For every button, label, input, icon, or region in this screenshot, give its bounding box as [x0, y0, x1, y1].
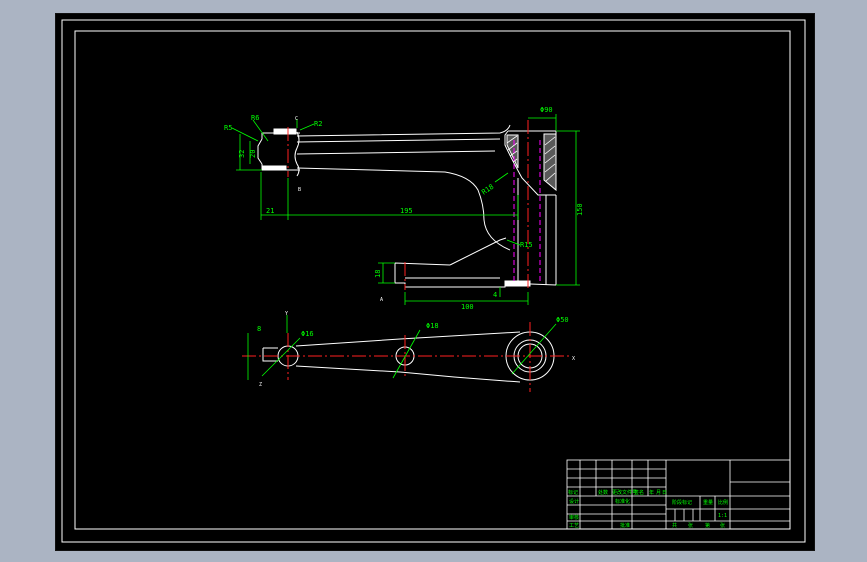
top-center-lines: [242, 322, 570, 392]
tb-marker: 标记: [568, 489, 578, 496]
tb-process: 工艺: [569, 523, 579, 529]
upper-arm-inner-line2: [296, 150, 496, 155]
tb-review: 审核: [569, 514, 579, 521]
left-boss-outline: [261, 132, 300, 171]
top-dimension-texts: 8 Φ16 Φ18 Φ50: [257, 316, 569, 338]
tb-sheets: 张: [688, 522, 693, 529]
tb-sign: 签名: [634, 489, 644, 496]
mark-z: Z: [259, 382, 262, 388]
lower-arm-outline: [394, 262, 557, 288]
tb-stage: 阶段标记: [672, 499, 692, 506]
top-view: [262, 331, 555, 383]
lower-web-diagonal: [449, 237, 507, 266]
dim-8: 8: [257, 325, 261, 333]
upper-arm-inner-line: [296, 138, 501, 143]
top-marks: Y Z X: [259, 311, 575, 388]
dim-150: 150: [576, 203, 584, 216]
dim-phi18: Φ18: [426, 322, 439, 330]
tb-weight: 重量: [703, 499, 713, 506]
tb-scale: 比例: [718, 499, 728, 506]
dim-r15: R15: [520, 241, 533, 249]
tb-sheet: 张: [720, 522, 725, 529]
dim-4: 4: [493, 291, 497, 299]
tb-count: 处数: [598, 489, 608, 496]
mark-x: X: [572, 356, 575, 362]
mark-y: Y: [285, 311, 288, 317]
dim-r18: R18: [480, 183, 495, 197]
cad-drawing: R5 R6 R2 32 20 21 195 Φ90 R15 R18 150 18…: [61, 19, 806, 543]
tb-total: 共: [672, 522, 677, 529]
dim-phi90: Φ90: [540, 106, 553, 114]
tb-year: 年: [649, 489, 654, 496]
tb-month: 月: [656, 490, 661, 496]
top-arm-lower-edge: [295, 365, 521, 383]
mark-b: B: [298, 187, 301, 193]
tb-design: 设计: [569, 498, 579, 505]
dim-21: 21: [266, 207, 274, 215]
outer-frame: [61, 19, 806, 543]
dim-100: 100: [461, 303, 474, 311]
front-dimension-texts: R5 R6 R2 32 20 21 195 Φ90 R15 R18 150 18…: [224, 106, 584, 311]
inner-frame: [74, 30, 791, 530]
front-center-lines: [287, 120, 529, 290]
mark-c: C: [295, 116, 298, 122]
tb-day: 日: [662, 490, 667, 496]
mark-a: A: [380, 297, 383, 303]
upper-arm-top-edge: [296, 124, 511, 137]
front-view: [257, 124, 557, 288]
dim-r2: R2: [314, 120, 322, 128]
top-arm-outline: [262, 347, 278, 362]
tb-approve: 批准: [620, 522, 630, 529]
dim-r5: R5: [224, 124, 232, 132]
dim-32: 32: [238, 150, 246, 158]
lower-arm-hatch: [504, 280, 531, 287]
tb-no: 第: [705, 522, 710, 529]
top-arm-upper-edge: [295, 331, 521, 347]
tb-scale-value: 1:1: [718, 513, 727, 519]
dim-r6: R6: [251, 114, 259, 122]
upper-arm-bottom-edge: [296, 167, 485, 221]
front-marks: C B A: [295, 116, 383, 303]
tb-standardize: 标准化: [615, 498, 630, 505]
dim-195: 195: [400, 207, 413, 215]
left-boss-hatch-bottom: [261, 165, 287, 171]
dim-phi16: Φ16: [301, 330, 314, 338]
dim-18: 18: [374, 270, 382, 278]
left-boss-notch: [257, 138, 263, 165]
dim-20: 20: [249, 150, 257, 158]
left-boss-hatch-top: [273, 128, 297, 135]
dim-phi50: Φ50: [556, 316, 569, 324]
